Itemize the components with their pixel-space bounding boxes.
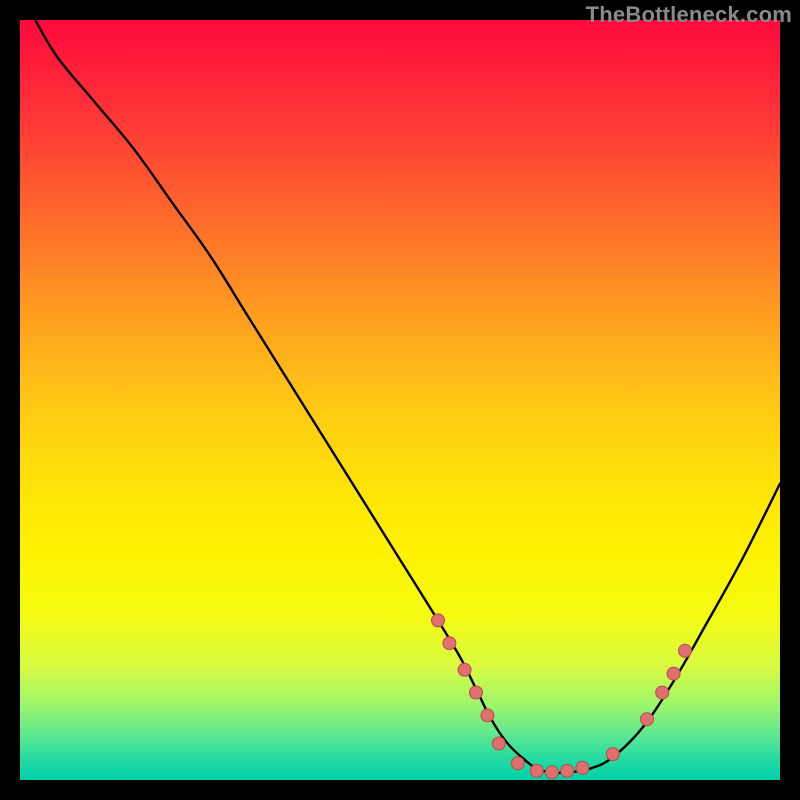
chart-overlay <box>20 20 780 780</box>
data-point <box>641 713 654 726</box>
data-point <box>546 766 559 779</box>
data-point <box>470 686 483 699</box>
data-point <box>443 637 456 650</box>
bottleneck-curve <box>35 20 780 773</box>
data-point <box>492 737 505 750</box>
chart-frame: TheBottleneck.com <box>0 0 800 800</box>
data-point <box>511 757 524 770</box>
data-point <box>481 709 494 722</box>
data-points-group <box>432 614 692 779</box>
data-point <box>561 764 574 777</box>
data-point <box>530 764 543 777</box>
data-point <box>679 644 692 657</box>
data-point <box>656 686 669 699</box>
data-point <box>458 663 471 676</box>
data-point <box>576 761 589 774</box>
data-point <box>432 614 445 627</box>
data-point <box>606 748 619 761</box>
data-point <box>667 667 680 680</box>
